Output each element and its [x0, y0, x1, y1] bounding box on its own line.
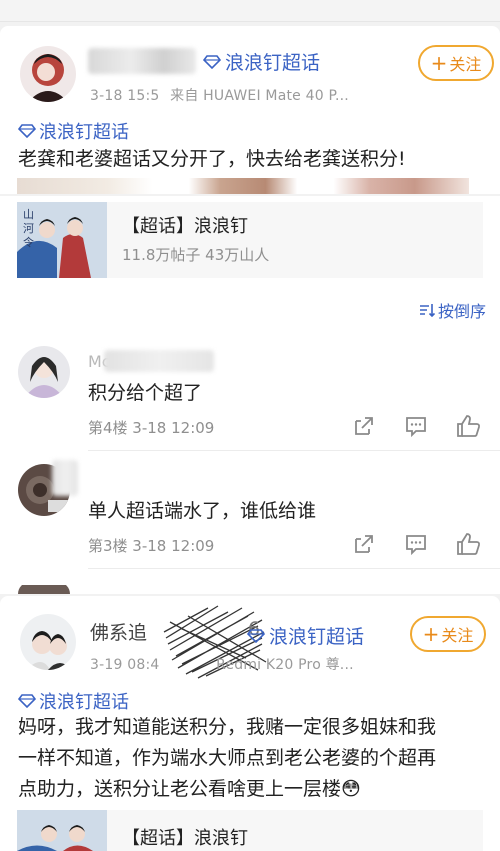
topic-tag-label: 浪浪钉超话 — [225, 52, 321, 74]
topic-tag-link[interactable]: 浪浪钉超话 — [203, 48, 320, 75]
post-topic-link[interactable]: 浪浪钉超话 — [18, 688, 129, 714]
username-blurred — [88, 48, 196, 74]
previous-post-remnant — [0, 0, 500, 22]
follow-button[interactable]: + 关注 — [410, 616, 486, 652]
like-icon[interactable] — [456, 414, 482, 440]
post-source: Redmi K20 Pro 尊... — [216, 657, 354, 673]
sort-label: 按倒序 — [437, 302, 486, 321]
super-topic-card[interactable]: 山 河 令 【超话】浪浪钉 11.8万帖子 43万山人 — [0, 196, 500, 284]
post-text-line: 点助力，送积分让老公看啥更上一层楼😳 — [18, 778, 361, 800]
post-text-line: 一样不知道，作为端水大师点到老公老婆的个超再 — [18, 747, 437, 769]
comment-text: 积分给个超了 — [88, 382, 203, 404]
svg-text:河: 河 — [23, 222, 34, 235]
topic-tag-link[interactable]: 浪浪钉超话 — [247, 622, 364, 649]
comment-actions — [326, 414, 482, 440]
username-partial[interactable]: 佛系追 — [90, 618, 147, 645]
super-topic-card[interactable]: 【超话】浪浪钉 — [17, 810, 483, 851]
super-topic-inner[interactable]: 山 河 令 【超话】浪浪钉 11.8万帖子 43万山人 — [17, 202, 483, 278]
super-topic-stats: 11.8万帖子 43万山人 — [122, 246, 270, 264]
comment-meta: 第3楼 3-18 12:09 — [88, 537, 215, 555]
avatar[interactable] — [20, 614, 76, 670]
super-topic-title: 【超话】浪浪钉 — [122, 216, 248, 237]
diamond-icon — [18, 694, 36, 708]
diamond-icon — [203, 54, 221, 69]
like-icon[interactable] — [456, 532, 482, 558]
diamond-icon — [18, 124, 36, 138]
svg-text:山: 山 — [23, 208, 34, 221]
svg-text:令: 令 — [23, 235, 34, 249]
super-topic-title: 【超话】浪浪钉 — [122, 828, 248, 849]
post-images-peek[interactable] — [17, 178, 469, 194]
comment-meta: 第4楼 3-18 12:09 — [88, 419, 215, 437]
avatar[interactable] — [20, 46, 76, 102]
diamond-icon — [247, 628, 265, 643]
sort-button[interactable]: 按倒序 — [419, 298, 486, 322]
post-topic-label: 浪浪钉超话 — [39, 122, 129, 143]
commenter-avatar-peek[interactable] — [18, 582, 70, 594]
comment-actions — [326, 532, 482, 558]
post-meta: 3-19 08:4 Redmi K20 Pro 尊... — [90, 654, 354, 674]
post-text: 老龚和老婆超话又分开了，快去给老龚送积分! — [18, 148, 406, 170]
divider — [88, 568, 500, 569]
commenter-avatar[interactable] — [18, 346, 70, 398]
post-topic-link[interactable]: 浪浪钉超话 — [18, 118, 129, 144]
commenter-name-blurred — [104, 350, 214, 372]
topic-tag-label: 浪浪钉超话 — [269, 626, 365, 648]
super-topic-cover — [17, 810, 107, 851]
post-topic-label: 浪浪钉超话 — [39, 692, 129, 713]
post-card[interactable]: 佛系追 6 浪浪钉超话 + 关注 3-19 08:4 Redmi K20 Pro… — [0, 596, 500, 851]
sort-icon — [419, 304, 435, 317]
post-source: 来自 HUAWEI Mate 40 P... — [170, 88, 349, 104]
follow-button[interactable]: + 关注 — [418, 45, 494, 81]
follow-label: 关注 — [441, 626, 474, 645]
post-time: 3-19 08:4 — [90, 657, 160, 673]
post-meta: 3-18 15:5 来自 HUAWEI Mate 40 P... — [90, 85, 349, 105]
weibo-feed: 浪浪钉超话 + 关注 3-18 15:5 来自 HUAWEI Mate 40 P… — [0, 0, 500, 851]
comment-icon[interactable] — [404, 532, 430, 558]
comments-section: 按倒序 Mc 积分给个超了 第4楼 3-18 12:09 单人超话端水了，谁低给… — [0, 284, 500, 594]
share-icon[interactable] — [352, 414, 378, 440]
post-card[interactable]: 浪浪钉超话 + 关注 3-18 15:5 来自 HUAWEI Mate 40 P… — [0, 26, 500, 194]
post-time: 3-18 15:5 — [90, 88, 160, 104]
divider — [88, 450, 500, 451]
follow-label: 关注 — [449, 55, 482, 74]
super-topic-cover: 山 河 令 — [17, 202, 107, 278]
plus-icon: + — [422, 622, 440, 646]
commenter-name-blurred — [52, 460, 78, 496]
post-text: 妈呀，我才知道能送积分，我赌一定很多姐妹和我 一样不知道，作为端水大师点到老公老… — [18, 712, 490, 805]
comment-icon[interactable] — [404, 414, 430, 440]
comment-text: 单人超话端水了，谁低给谁 — [88, 500, 317, 522]
plus-icon: + — [430, 51, 448, 75]
post-text-line: 妈呀，我才知道能送积分，我赌一定很多姐妹和我 — [18, 716, 437, 738]
share-icon[interactable] — [352, 532, 378, 558]
